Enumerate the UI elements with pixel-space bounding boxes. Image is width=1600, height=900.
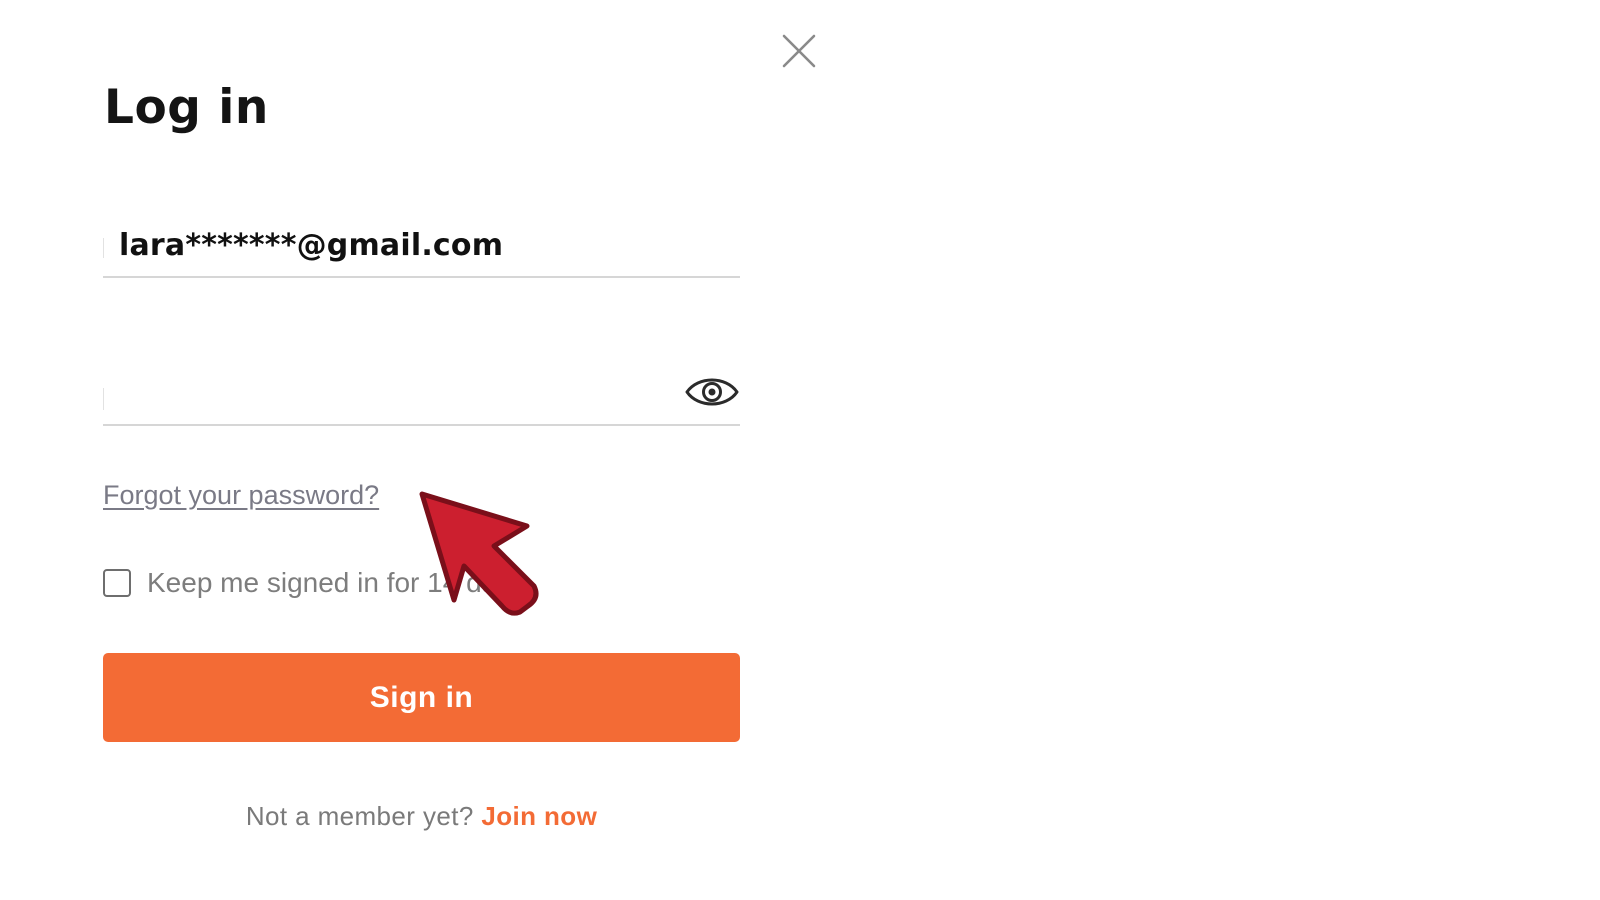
field-edge (103, 238, 104, 258)
keep-signed-in-checkbox[interactable] (103, 569, 131, 597)
red-arrow-pointer-icon (419, 491, 539, 616)
signup-prompt: Not a member yet? Join now (0, 801, 843, 832)
page-title: Log in (104, 80, 269, 135)
not-member-text: Not a member yet? (245, 801, 474, 831)
email-field[interactable]: lara*******@gmail.com (103, 220, 740, 278)
sign-in-button[interactable]: Sign in (103, 653, 740, 742)
eye-icon (685, 378, 739, 406)
login-page: Log in lara*******@gmail.com Forgot your… (0, 0, 1600, 900)
close-icon (782, 34, 816, 68)
keep-signed-in-label[interactable]: Keep me signed in for 14 days (147, 567, 525, 599)
close-button[interactable] (782, 34, 816, 68)
show-password-button[interactable] (684, 368, 740, 416)
password-field[interactable] (103, 360, 740, 426)
field-edge (103, 388, 104, 410)
email-value: lara*******@gmail.com (119, 228, 504, 263)
join-now-link[interactable]: Join now (481, 801, 597, 831)
keep-signed-in-row: Keep me signed in for 14 days (103, 566, 525, 600)
forgot-password-link[interactable]: Forgot your password? (103, 480, 379, 511)
